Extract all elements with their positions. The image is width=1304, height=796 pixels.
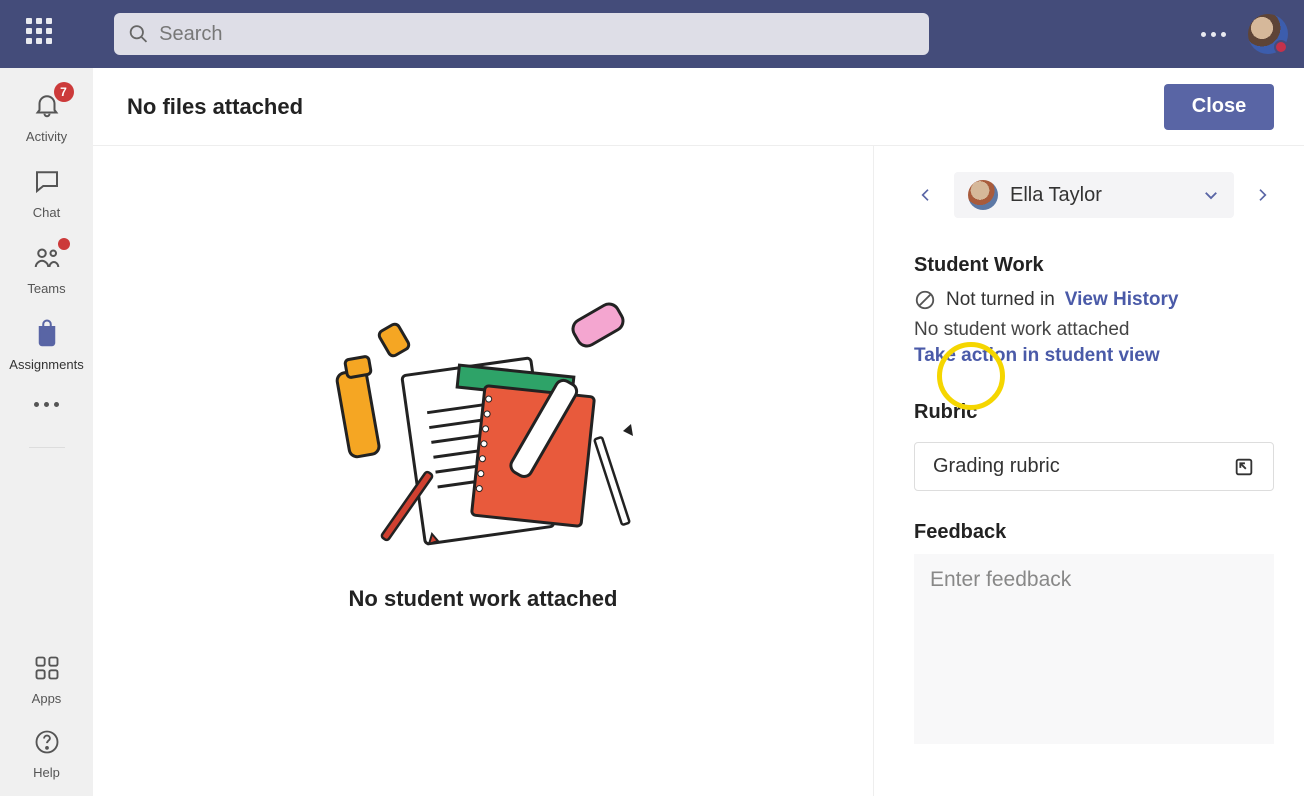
rail-label: Apps bbox=[0, 691, 93, 706]
rail-item-more[interactable] bbox=[0, 384, 93, 425]
main-header: No files attached Close bbox=[93, 68, 1304, 146]
help-icon bbox=[33, 728, 61, 756]
app-rail: 7 Activity Chat @ Teams Assignments bbox=[0, 68, 93, 796]
assignments-icon bbox=[32, 318, 62, 348]
chevron-right-icon bbox=[1254, 187, 1270, 203]
close-button[interactable]: Close bbox=[1164, 84, 1274, 130]
status-row: Not turned in View History bbox=[914, 289, 1274, 311]
not-turned-in-icon bbox=[914, 289, 936, 311]
main-area: No files attached Close bbox=[93, 68, 1304, 796]
rubric-button[interactable]: Grading rubric bbox=[914, 442, 1274, 491]
rail-item-teams[interactable]: @ Teams bbox=[0, 232, 93, 304]
empty-message: No student work attached bbox=[349, 586, 618, 612]
waffle-menu-icon[interactable] bbox=[26, 18, 58, 50]
rail-separator bbox=[29, 447, 65, 448]
student-picker: Ella Taylor bbox=[914, 172, 1274, 218]
grading-panel: Ella Taylor Student Work Not turned in V… bbox=[874, 146, 1304, 796]
take-action-link[interactable]: Take action in student view bbox=[914, 345, 1160, 367]
empty-illustration bbox=[333, 296, 633, 546]
next-student-button[interactable] bbox=[1250, 183, 1274, 207]
activity-badge: 7 bbox=[54, 82, 74, 102]
rail-label: Activity bbox=[0, 129, 93, 144]
student-work-heading: Student Work bbox=[914, 254, 1274, 277]
prev-student-button[interactable] bbox=[914, 183, 938, 207]
view-history-link[interactable]: View History bbox=[1065, 289, 1179, 311]
top-bar bbox=[0, 0, 1304, 68]
rubric-label: Grading rubric bbox=[933, 455, 1060, 478]
status-text: Not turned in bbox=[946, 289, 1055, 311]
rail-item-chat[interactable]: Chat bbox=[0, 156, 93, 228]
student-avatar bbox=[968, 180, 998, 210]
teams-icon bbox=[32, 242, 62, 272]
chevron-down-icon bbox=[1202, 186, 1220, 204]
student-dropdown[interactable]: Ella Taylor bbox=[954, 172, 1234, 218]
chevron-left-icon bbox=[918, 187, 934, 203]
apps-icon bbox=[33, 654, 61, 682]
rubric-heading: Rubric bbox=[914, 401, 1274, 424]
feedback-input[interactable] bbox=[914, 554, 1274, 744]
rail-label: Teams bbox=[0, 281, 93, 296]
page-title: No files attached bbox=[127, 94, 303, 120]
feedback-heading: Feedback bbox=[914, 521, 1274, 544]
teams-badge: @ bbox=[58, 238, 70, 250]
rail-item-help[interactable]: Help bbox=[0, 718, 93, 796]
empty-state: No student work attached bbox=[93, 146, 874, 796]
presence-dot bbox=[1274, 40, 1288, 54]
search-icon bbox=[128, 23, 149, 45]
rail-item-apps[interactable]: Apps bbox=[0, 644, 93, 714]
chat-icon bbox=[32, 166, 62, 196]
rail-label: Chat bbox=[0, 205, 93, 220]
rail-label: Assignments bbox=[0, 357, 93, 372]
more-options-icon[interactable] bbox=[1201, 32, 1226, 37]
rail-label: Help bbox=[0, 765, 93, 780]
rail-item-activity[interactable]: 7 Activity bbox=[0, 80, 93, 152]
no-work-text: No student work attached bbox=[914, 319, 1274, 341]
student-name: Ella Taylor bbox=[1010, 184, 1190, 207]
open-rubric-icon bbox=[1233, 456, 1255, 478]
rail-item-assignments[interactable]: Assignments bbox=[0, 308, 93, 380]
search-input[interactable] bbox=[159, 23, 915, 46]
search-box[interactable] bbox=[114, 13, 929, 55]
user-avatar[interactable] bbox=[1248, 14, 1288, 54]
